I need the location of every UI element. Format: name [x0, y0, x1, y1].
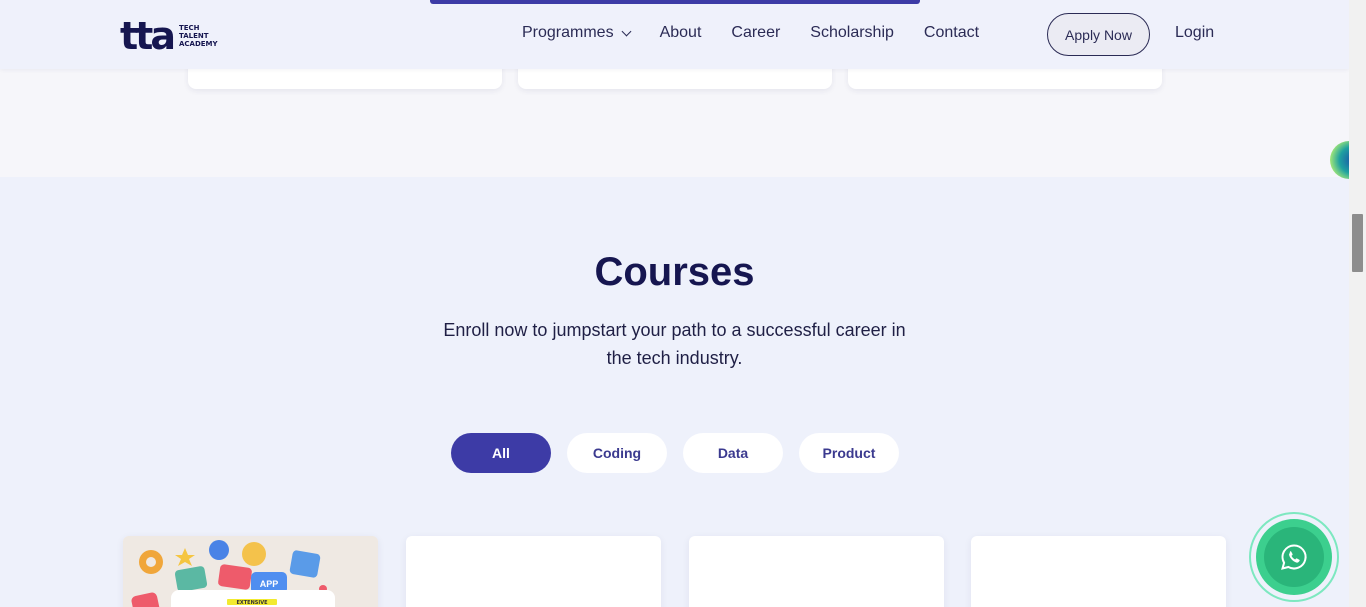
logo-mark: tta — [120, 14, 176, 58]
whatsapp-button-core[interactable] — [1264, 527, 1324, 587]
course-card[interactable] — [689, 536, 944, 607]
logo-line: TECH — [178, 24, 200, 32]
course-illustration: APP EXTENSIVE — [123, 536, 378, 607]
chevron-down-icon — [621, 26, 632, 37]
course-filters: All Coding Data Product — [451, 433, 915, 473]
filter-coding[interactable]: Coding — [567, 433, 667, 473]
logo-line: ACADEMY — [178, 40, 218, 48]
course-card[interactable] — [406, 536, 661, 607]
apply-now-button[interactable]: Apply Now — [1047, 13, 1150, 56]
page: tta TECH TALENT ACADEMY Programmes About… — [0, 0, 1349, 607]
nav-item-programmes[interactable]: Programmes — [522, 24, 632, 42]
scroll-progress-bar — [430, 0, 920, 4]
logo[interactable]: tta TECH TALENT ACADEMY — [120, 14, 218, 58]
section-title: Courses — [594, 250, 755, 294]
nav-item-scholarship[interactable]: Scholarship — [810, 24, 894, 42]
filter-data[interactable]: Data — [683, 433, 783, 473]
main-nav: Programmes About Career Scholarship Cont… — [522, 22, 1009, 44]
whatsapp-icon — [1281, 544, 1307, 570]
svg-text:EXTENSIVE: EXTENSIVE — [236, 600, 268, 606]
nav-item-contact[interactable]: Contact — [924, 24, 979, 42]
logo-text: TECH TALENT ACADEMY — [179, 24, 218, 48]
courses-section: Courses Enroll now to jumpstart your pat… — [0, 177, 1349, 607]
whatsapp-button-ring — [1256, 519, 1332, 595]
course-card[interactable] — [971, 536, 1226, 607]
page-scrollbar[interactable] — [1349, 0, 1366, 607]
nav-item-label: Programmes — [522, 24, 614, 41]
nav-item-about[interactable]: About — [660, 24, 702, 42]
chat-bubble-icon — [209, 540, 229, 560]
site-header: tta TECH TALENT ACADEMY Programmes About… — [0, 0, 1349, 69]
smiley-icon — [242, 542, 266, 566]
whatsapp-button[interactable] — [1249, 512, 1339, 602]
section-subtitle: Enroll now to jumpstart your path to a s… — [443, 320, 906, 368]
nav-item-career[interactable]: Career — [731, 24, 780, 42]
filter-product[interactable]: Product — [799, 433, 899, 473]
svg-text:APP: APP — [260, 579, 279, 589]
logo-line: TALENT — [178, 32, 209, 40]
login-link[interactable]: Login — [1175, 24, 1214, 42]
scrollbar-thumb[interactable] — [1352, 214, 1363, 272]
course-card[interactable]: APP EXTENSIVE — [123, 536, 378, 607]
course-illustration-graphic: APP EXTENSIVE — [123, 536, 378, 607]
filter-all[interactable]: All — [451, 433, 551, 473]
